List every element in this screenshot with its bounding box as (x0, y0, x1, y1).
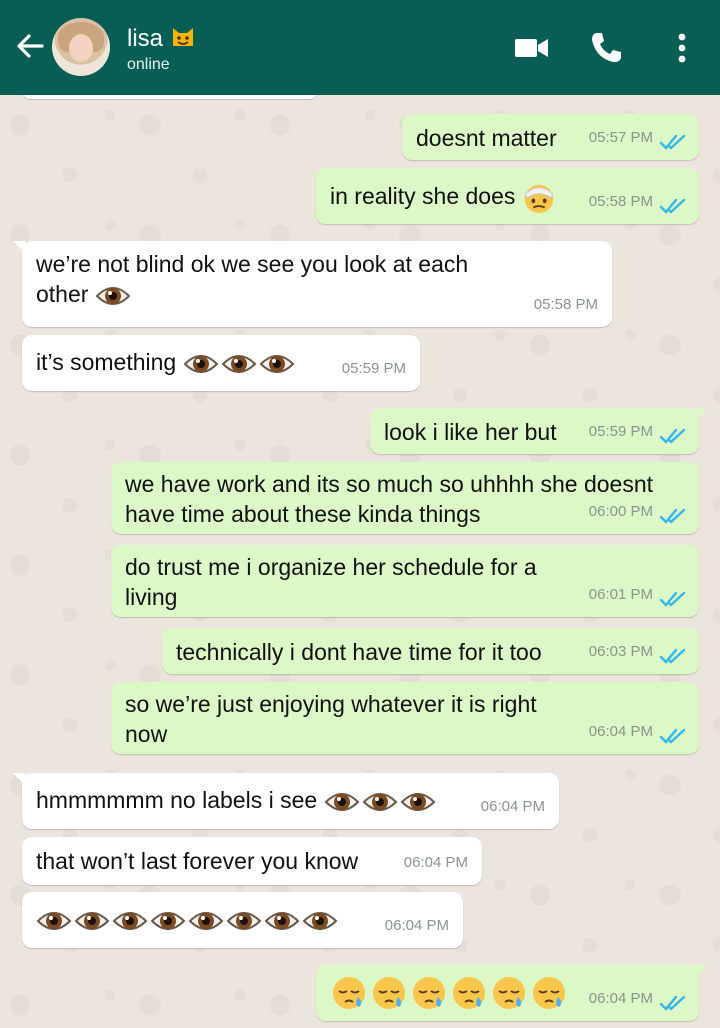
eye-emoji-icon (302, 906, 338, 936)
eye-emoji-icon (74, 906, 110, 936)
contact-name-row[interactable]: lisa (127, 24, 196, 53)
message-time: 06:03 PM (588, 643, 653, 660)
back-arrow-icon[interactable] (12, 28, 48, 64)
sleepy-face-icon (490, 975, 528, 1011)
message-text-row: it’s something (36, 347, 297, 379)
message-emoji-row (36, 904, 340, 936)
message-text-line2: now (125, 721, 168, 747)
read-receipt-icon (659, 507, 687, 525)
eye-emoji-icon (183, 349, 219, 379)
message-text-line2: living (125, 584, 178, 610)
message-text: so we’re just enjoying whatever it is ri… (125, 691, 537, 717)
sleepy-face-icon (370, 975, 408, 1011)
chat-area[interactable]: doesnt matter 05:57 PM in reality she do… (0, 95, 720, 1028)
video-camera-icon[interactable] (512, 28, 552, 68)
face-with-head-bandage-icon (522, 181, 556, 215)
message-time: 06:04 PM (588, 723, 653, 740)
message-text-line2: have time about these kinda things (125, 501, 481, 527)
eye-emoji-icon (400, 787, 436, 817)
message-time: 06:04 PM (480, 798, 545, 815)
message-text-block: do trust me i organize her schedule for … (125, 552, 537, 612)
message-time: 05:58 PM (588, 193, 653, 210)
message-text: look i like her but (384, 419, 557, 445)
message-time: 06:04 PM (588, 990, 653, 1007)
message-time: 06:00 PM (588, 503, 653, 520)
message-bubble-outgoing[interactable]: look i like her but 05:59 PM (370, 408, 708, 454)
read-receipt-icon (659, 647, 687, 665)
message-bubble-incoming[interactable]: it’s something 05:59 PM (22, 335, 420, 391)
message-bubble-outgoing[interactable]: do trust me i organize her schedule for … (111, 545, 699, 617)
sleepy-face-icon (450, 975, 488, 1011)
message-time: 06:04 PM (403, 854, 468, 871)
message-text: we have work and its so much so uhhhh sh… (125, 471, 654, 497)
avatar[interactable] (52, 18, 110, 76)
message-time: 05:59 PM (588, 423, 653, 440)
message-bubble-incoming[interactable]: we’re not blind ok we see you look at ea… (13, 241, 612, 327)
message-bubble-incoming[interactable]: that won’t last forever you know 06:04 P… (22, 837, 482, 885)
read-receipt-icon (659, 197, 687, 215)
read-receipt-icon (659, 590, 687, 608)
smiling-cat-emoji-icon (172, 28, 193, 46)
message-bubble-incoming[interactable]: 06:04 PM (22, 892, 463, 948)
message-time: 05:59 PM (341, 360, 406, 377)
eye-emoji-icon (188, 906, 224, 936)
read-receipt-icon (659, 994, 687, 1012)
message-text-block: so we’re just enjoying whatever it is ri… (125, 689, 537, 749)
message-bubble-incoming[interactable]: hmmmmmm no labels i see 06:04 PM (13, 773, 559, 829)
eye-emoji-icon (36, 906, 72, 936)
message-time: 06:04 PM (384, 917, 449, 934)
message-text: technically i dont have time for it too (176, 639, 542, 665)
eye-emoji-icon (264, 906, 300, 936)
message-text: hmmmmmm no labels i see (36, 787, 318, 813)
message-bubble-outgoing[interactable]: doesnt matter 05:57 PM (402, 114, 699, 160)
message-bubble-outgoing[interactable]: technically i dont have time for it too … (162, 628, 699, 674)
sleepy-face-icon (410, 975, 448, 1011)
message-text-row: in reality she does (330, 181, 558, 215)
message-text: do trust me i organize her schedule for … (125, 554, 537, 580)
read-receipt-icon (659, 727, 687, 745)
message-time: 05:58 PM (533, 296, 598, 313)
eye-emoji-icon (150, 906, 186, 936)
message-bubble-partial (22, 95, 318, 99)
message-text: we’re not blind ok we see you look at ea… (36, 251, 469, 277)
message-text: that won’t last forever you know (36, 848, 359, 874)
eye-emoji-icon (362, 787, 398, 817)
message-text: in reality she does (330, 183, 516, 210)
more-vertical-icon[interactable] (662, 28, 702, 68)
eye-emoji-icon (324, 787, 360, 817)
contact-status: online (127, 56, 170, 73)
message-bubble-outgoing[interactable]: 06:04 PM (316, 965, 708, 1021)
message-bubble-outgoing[interactable]: we have work and its so much so uhhhh sh… (111, 462, 699, 534)
message-text-line2: other (36, 281, 89, 307)
eye-emoji-icon (226, 906, 262, 936)
message-text-block: we have work and its so much so uhhhh sh… (125, 469, 653, 529)
eye-emoji-icon (221, 349, 257, 379)
sleepy-face-icon (530, 975, 568, 1011)
message-emoji-row (330, 975, 570, 1011)
message-time: 06:01 PM (588, 586, 653, 603)
phone-icon[interactable] (586, 28, 626, 68)
message-text-block: we’re not blind ok we see you look at ea… (36, 249, 468, 311)
read-receipt-icon (659, 427, 687, 445)
message-text: it’s something (36, 349, 177, 375)
sleepy-face-icon (330, 975, 368, 1011)
read-receipt-icon (659, 133, 687, 151)
message-text: doesnt matter (416, 125, 557, 151)
eye-emoji-icon (95, 281, 131, 311)
eye-emoji-icon (112, 906, 148, 936)
message-bubble-outgoing[interactable]: so we’re just enjoying whatever it is ri… (111, 682, 699, 754)
message-text-row: hmmmmmm no labels i see (36, 785, 438, 817)
contact-name: lisa (127, 25, 164, 52)
message-time: 05:57 PM (588, 129, 653, 146)
eye-emoji-icon (259, 349, 295, 379)
message-bubble-outgoing[interactable]: in reality she does 05:58 PM (316, 168, 699, 224)
chat-header: lisa online (0, 0, 720, 95)
